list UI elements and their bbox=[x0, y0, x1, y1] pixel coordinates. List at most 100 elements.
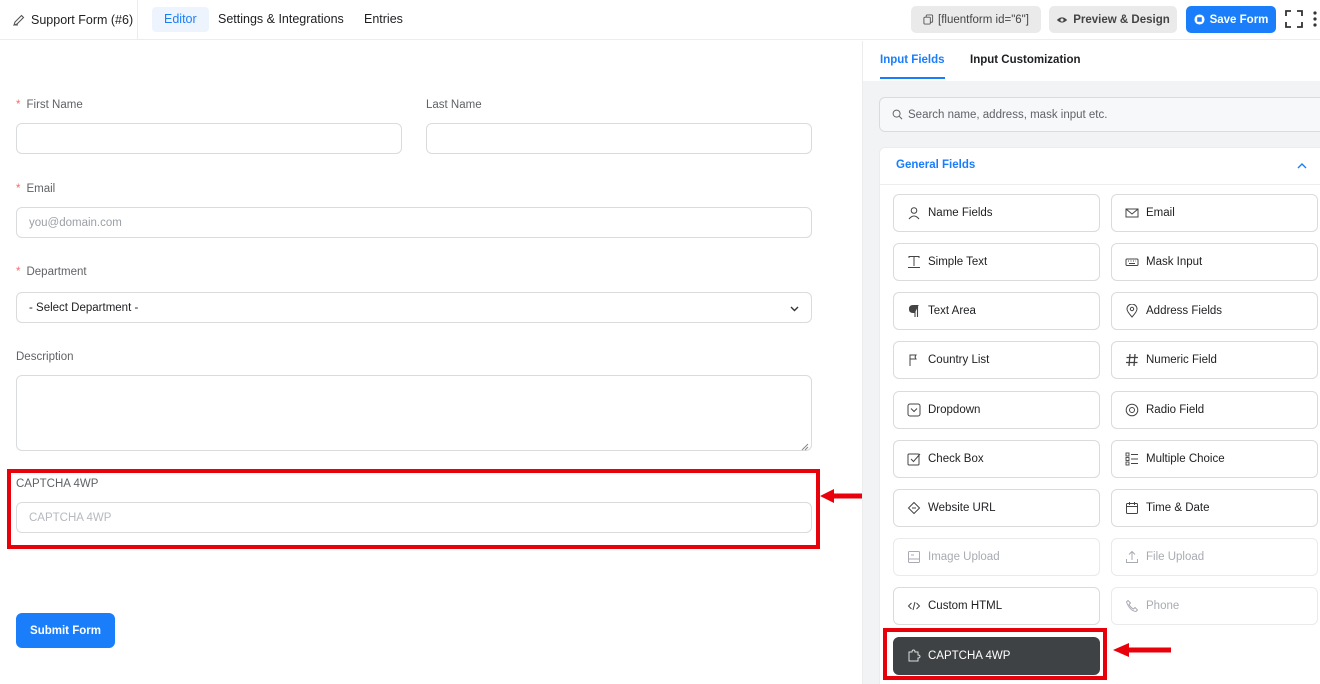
dropdown-icon bbox=[907, 403, 921, 417]
radio-icon bbox=[1125, 403, 1139, 417]
field-label: Text Area bbox=[928, 305, 976, 317]
field-numeric-field[interactable]: Numeric Field bbox=[1111, 341, 1318, 379]
field-label: Check Box bbox=[928, 453, 984, 465]
image-icon bbox=[907, 550, 921, 564]
field-label: Email bbox=[1146, 207, 1175, 219]
tab-settings-integrations[interactable]: Settings & Integrations bbox=[206, 7, 356, 32]
field-radio-field[interactable]: Radio Field bbox=[1111, 391, 1318, 429]
field-address-fields[interactable]: Address Fields bbox=[1111, 292, 1318, 330]
search-icon bbox=[892, 109, 903, 120]
first-name-input[interactable] bbox=[16, 123, 402, 154]
tab-entries[interactable]: Entries bbox=[352, 7, 415, 32]
list-icon bbox=[1125, 452, 1139, 466]
required-marker: * bbox=[16, 183, 21, 195]
chevron-up-icon[interactable] bbox=[1296, 160, 1308, 172]
field-email[interactable]: Email bbox=[1111, 194, 1318, 232]
preview-design-button[interactable]: Preview & Design bbox=[1049, 6, 1177, 33]
tab-input-fields[interactable]: Input Fields bbox=[880, 41, 945, 79]
upload-icon bbox=[1125, 550, 1139, 564]
keyboard-icon bbox=[1125, 255, 1139, 269]
eye-icon bbox=[1056, 15, 1068, 25]
divider bbox=[880, 184, 1320, 185]
text-cursor-icon bbox=[907, 255, 921, 269]
person-icon bbox=[907, 206, 921, 220]
field-image-upload[interactable]: Image Upload bbox=[893, 538, 1100, 576]
fields-sidebar: Input Fields Input Customization Search … bbox=[862, 41, 1320, 684]
arrow-left-icon bbox=[1111, 641, 1173, 659]
tab-input-customization[interactable]: Input Customization bbox=[970, 41, 1081, 79]
field-label: Country List bbox=[928, 354, 990, 366]
captcha-field-highlight-box bbox=[883, 628, 1107, 680]
description-label: Description bbox=[16, 351, 74, 363]
chevron-down-icon bbox=[789, 303, 800, 314]
field-label: Name Fields bbox=[928, 207, 993, 219]
captcha-highlight-box bbox=[7, 469, 820, 549]
field-label: Website URL bbox=[928, 502, 996, 514]
field-label: Numeric Field bbox=[1146, 354, 1217, 366]
email-label: * Email bbox=[16, 183, 56, 195]
hash-icon bbox=[1125, 353, 1139, 367]
department-select[interactable]: - Select Department - bbox=[16, 292, 812, 323]
top-bar: Support Form (#6) Editor Settings & Inte… bbox=[0, 0, 1320, 40]
save-icon bbox=[1194, 14, 1205, 25]
last-name-input[interactable] bbox=[426, 123, 812, 154]
field-label: File Upload bbox=[1146, 551, 1205, 563]
field-multiple-choice[interactable]: Multiple Choice bbox=[1111, 440, 1318, 478]
form-title-text: Support Form (#6) bbox=[31, 13, 134, 27]
preview-label: Preview & Design bbox=[1073, 13, 1170, 26]
last-name-label: Last Name bbox=[426, 99, 482, 111]
field-mask-input[interactable]: Mask Input bbox=[1111, 243, 1318, 281]
required-marker: * bbox=[16, 266, 21, 278]
required-marker: * bbox=[16, 99, 21, 111]
field-search-input[interactable]: Search name, address, mask input etc. bbox=[879, 97, 1320, 132]
shortcode-text: [fluentform id="6"] bbox=[938, 13, 1029, 26]
pencil-icon bbox=[12, 13, 26, 27]
field-label: Simple Text bbox=[928, 256, 988, 268]
form-editor-canvas: * First Name Last Name * Email you@domain.… bbox=[0, 41, 868, 684]
flag-icon bbox=[907, 353, 921, 367]
general-fields-title[interactable]: General Fields bbox=[896, 159, 975, 171]
shortcode-button[interactable]: [fluentform id="6"] bbox=[911, 6, 1041, 33]
field-phone[interactable]: Phone bbox=[1111, 587, 1318, 625]
calendar-icon bbox=[1125, 501, 1139, 515]
tab-editor[interactable]: Editor bbox=[152, 7, 209, 32]
search-placeholder: Search name, address, mask input etc. bbox=[908, 108, 1108, 121]
field-label: Time & Date bbox=[1146, 502, 1210, 514]
fullscreen-icon[interactable] bbox=[1284, 9, 1304, 29]
submit-form-button[interactable]: Submit Form bbox=[16, 613, 115, 648]
copy-icon bbox=[923, 14, 934, 25]
field-name-fields[interactable]: Name Fields bbox=[893, 194, 1100, 232]
department-label: * Department bbox=[16, 266, 87, 278]
email-input[interactable]: you@domain.com bbox=[16, 207, 812, 238]
more-options-icon[interactable] bbox=[1312, 10, 1318, 30]
field-website-url[interactable]: Website URL bbox=[893, 489, 1100, 527]
field-simple-text[interactable]: Simple Text bbox=[893, 243, 1100, 281]
field-label: Address Fields bbox=[1146, 305, 1223, 317]
field-dropdown[interactable]: Dropdown bbox=[893, 391, 1100, 429]
field-time-date[interactable]: Time & Date bbox=[1111, 489, 1318, 527]
field-label: Radio Field bbox=[1146, 404, 1205, 416]
field-country-list[interactable]: Country List bbox=[893, 341, 1100, 379]
field-label: Custom HTML bbox=[928, 600, 1003, 612]
link-icon bbox=[907, 501, 921, 515]
field-label: Mask Input bbox=[1146, 256, 1203, 268]
field-label: Dropdown bbox=[928, 404, 981, 416]
field-file-upload[interactable]: File Upload bbox=[1111, 538, 1318, 576]
field-label: Phone bbox=[1146, 600, 1180, 612]
description-textarea[interactable] bbox=[16, 375, 812, 451]
map-pin-icon bbox=[1125, 304, 1139, 318]
field-custom-html[interactable]: Custom HTML bbox=[893, 587, 1100, 625]
paragraph-icon bbox=[907, 304, 921, 318]
envelope-icon bbox=[1125, 206, 1139, 220]
save-label: Save Form bbox=[1209, 13, 1269, 26]
field-check-box[interactable]: Check Box bbox=[893, 440, 1100, 478]
checkbox-icon bbox=[907, 452, 921, 466]
resize-handle-icon[interactable] bbox=[801, 440, 809, 451]
field-text-area[interactable]: Text Area bbox=[893, 292, 1100, 330]
code-icon bbox=[907, 599, 921, 613]
department-selected-value: - Select Department - bbox=[29, 301, 139, 314]
save-form-button[interactable]: Save Form bbox=[1186, 6, 1276, 33]
field-label: Image Upload bbox=[928, 551, 1000, 563]
form-title: Support Form (#6) bbox=[0, 0, 138, 40]
phone-icon bbox=[1125, 599, 1139, 613]
